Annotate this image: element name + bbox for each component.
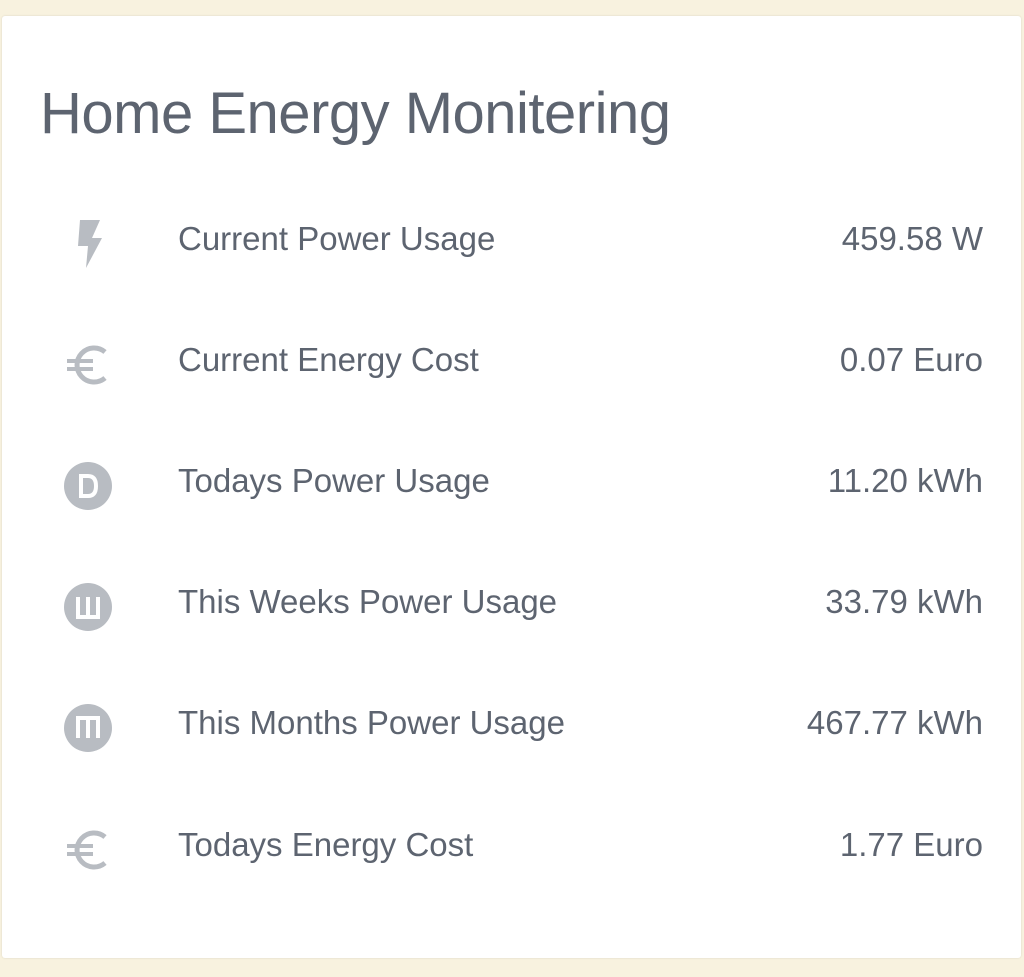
entity-row-current-power[interactable]: Current Power Usage 459.58 W (2, 202, 1021, 282)
alpha-d-circle-icon (62, 460, 114, 512)
euro-icon (62, 339, 114, 391)
alpha-m-circle-icon (62, 702, 114, 754)
entity-value: 11.20 kWh (827, 462, 983, 499)
entity-value: 0.07 Euro (839, 341, 983, 378)
entity-row-todays-power[interactable]: Todays Power Usage 11.20 kWh (2, 444, 1021, 524)
entity-value: 459.58 W (841, 220, 983, 257)
entity-label: Todays Energy Cost (178, 826, 474, 863)
flash-icon (62, 218, 114, 270)
entity-label: Current Energy Cost (178, 341, 479, 378)
entity-value: 33.79 kWh (825, 583, 983, 620)
entity-value: 467.77 kWh (806, 704, 983, 741)
entity-label: This Months Power Usage (178, 704, 565, 741)
entity-label: This Weeks Power Usage (178, 583, 558, 620)
entity-row-current-cost[interactable]: Current Energy Cost 0.07 Euro (2, 323, 1021, 403)
entity-label: Todays Power Usage (178, 462, 490, 499)
entity-row-weeks-power[interactable]: This Weeks Power Usage 33.79 kWh (2, 565, 1021, 645)
euro-icon (62, 824, 114, 876)
entity-label: Current Power Usage (178, 220, 496, 257)
entity-row-todays-cost[interactable]: Todays Energy Cost 1.77 Euro (2, 808, 1021, 888)
card-title: Home Energy Monitering (40, 81, 671, 146)
alpha-w-circle-icon (62, 581, 114, 633)
entity-row-months-power[interactable]: This Months Power Usage 467.77 kWh (2, 686, 1021, 766)
entity-value: 1.77 Euro (839, 826, 983, 863)
energy-card: Home Energy Monitering Current Power Usa… (2, 16, 1021, 958)
